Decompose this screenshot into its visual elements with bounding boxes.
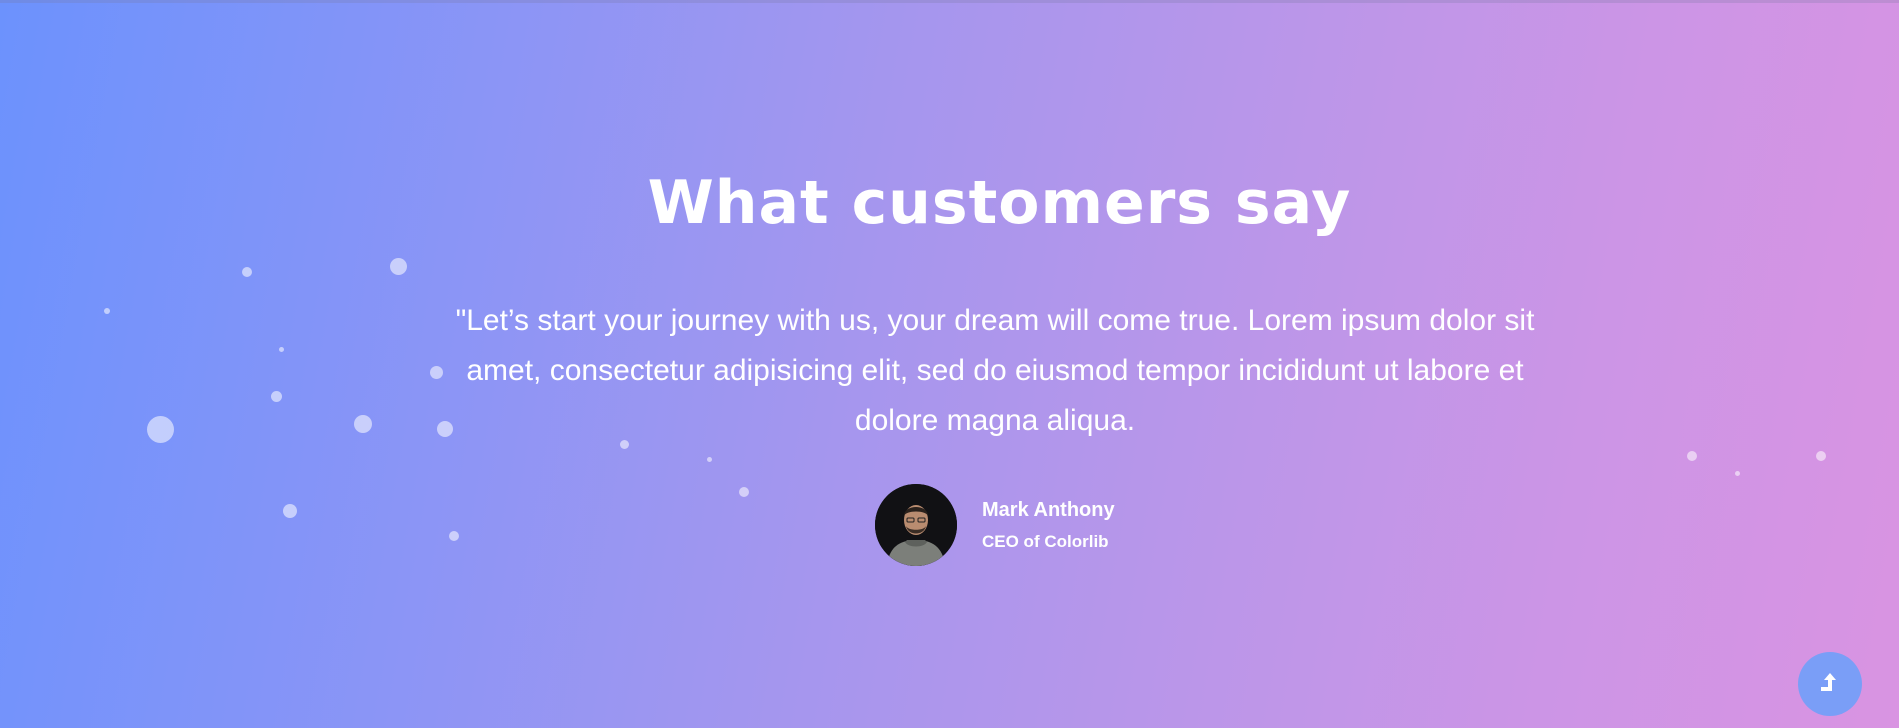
- testimonial-author: Mark Anthony CEO of Colorlib: [875, 484, 1115, 566]
- particle-dot: [1816, 451, 1826, 461]
- particle-dot: [242, 267, 252, 277]
- testimonial-section: What customers say "Let’s start your jou…: [0, 0, 1899, 728]
- author-role: CEO of Colorlib: [982, 532, 1109, 551]
- particle-dot: [279, 347, 284, 352]
- particle-dot: [147, 416, 174, 443]
- arrow-up-icon: [1821, 673, 1836, 691]
- particle-dot: [739, 487, 749, 497]
- particle-dot: [271, 391, 282, 402]
- person-avatar-icon: [875, 484, 957, 566]
- particle-dot: [1687, 451, 1697, 461]
- testimonial-quote: "Let’s start your journey with us, your …: [455, 304, 1535, 437]
- author-name: Mark Anthony: [982, 499, 1115, 521]
- top-divider: [0, 0, 1899, 3]
- scroll-to-top-button[interactable]: [1798, 652, 1862, 716]
- author-avatar: [875, 484, 957, 566]
- particle-dot: [1735, 471, 1740, 476]
- particle-dot: [354, 415, 372, 433]
- author-details: Mark Anthony CEO of Colorlib: [982, 497, 1115, 553]
- particle-dot: [390, 258, 407, 275]
- section-title: What customers say: [647, 168, 1352, 238]
- particle-dot: [449, 531, 459, 541]
- particle-dot: [283, 504, 297, 518]
- particle-dot: [104, 308, 110, 314]
- particle-dot: [707, 457, 712, 462]
